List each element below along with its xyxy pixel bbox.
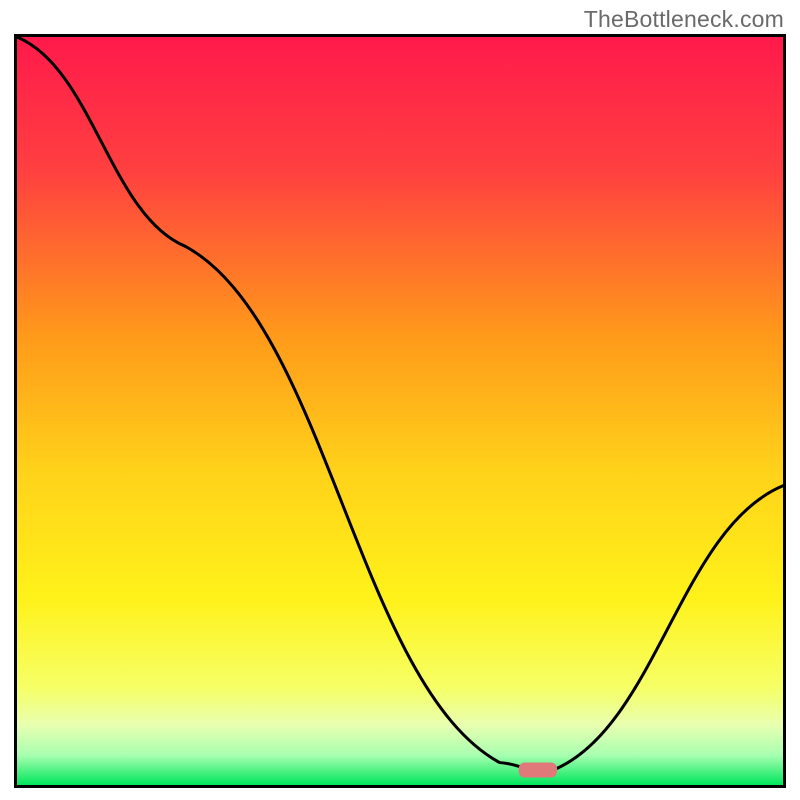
chart-svg <box>17 37 783 785</box>
chart-frame: TheBottleneck.com <box>0 0 800 800</box>
gradient-background <box>17 37 783 785</box>
plot-area <box>14 34 786 788</box>
optimal-marker <box>519 763 557 778</box>
watermark-text: TheBottleneck.com <box>584 6 784 33</box>
